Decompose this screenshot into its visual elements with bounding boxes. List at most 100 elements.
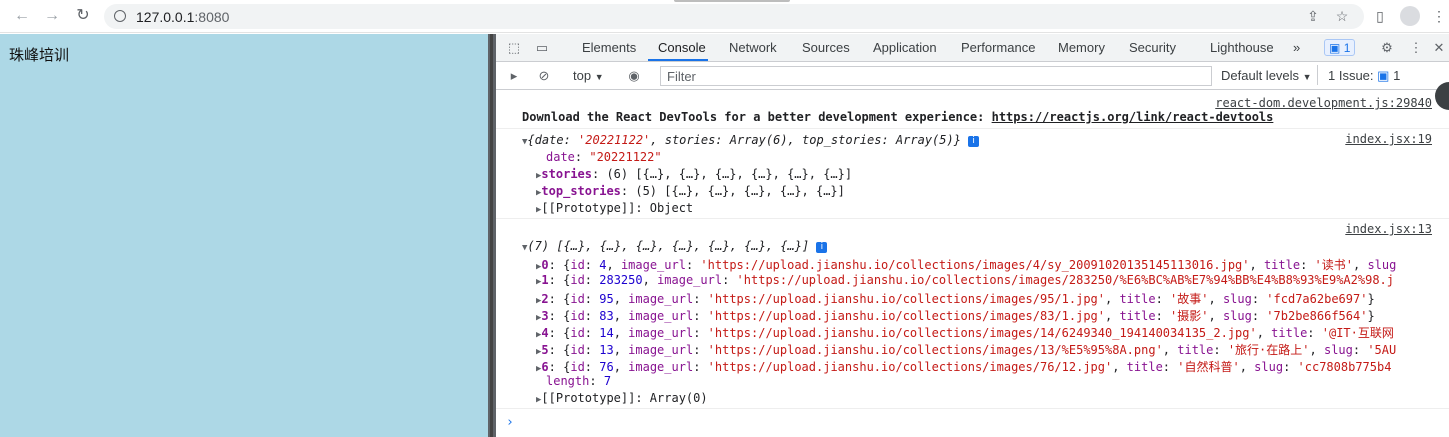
property-row[interactable]: ▶top_stories: (5) [{…}, {…}, {…}, {…}, {… bbox=[536, 184, 845, 198]
array-item-row[interactable]: ▶0: {id: 4, image_url: 'https://upload.j… bbox=[536, 256, 1396, 273]
property-row: date: "20221122" bbox=[546, 150, 662, 164]
issues-count: 1 bbox=[1393, 68, 1401, 83]
array-item-row[interactable]: ▶2: {id: 95, image_url: 'https://upload.… bbox=[536, 290, 1375, 307]
tab-network[interactable]: Network bbox=[729, 40, 777, 55]
summary-value: '20221122' bbox=[578, 133, 651, 147]
tab-security[interactable]: Security bbox=[1129, 40, 1176, 55]
key-title: title bbox=[1263, 258, 1301, 272]
key-id: id bbox=[570, 309, 585, 323]
item-image-url: 'https://upload.jianshu.io/collections/i… bbox=[700, 258, 1250, 272]
object-summary[interactable]: ▼{date: '20221122', stories: Array(6), t… bbox=[522, 133, 980, 147]
more-tabs-icon[interactable]: » bbox=[1293, 40, 1300, 55]
sidebar-toggle-icon[interactable]: ▸ bbox=[506, 68, 522, 84]
tab-elements[interactable]: Elements bbox=[582, 40, 636, 55]
source-link[interactable]: react-dom.development.js:29840 bbox=[1215, 96, 1432, 110]
array-index: 5 bbox=[541, 343, 549, 357]
prototype-text: [[Prototype]]: Array(0) bbox=[541, 391, 708, 405]
property-value: (6) [{…}, {…}, {…}, {…}, {…}, {…}] bbox=[606, 167, 853, 181]
item-id: 13 bbox=[599, 343, 614, 357]
settings-gear-icon[interactable]: ⚙ bbox=[1379, 40, 1395, 56]
tab-strip bbox=[674, 0, 790, 2]
summary-key: date bbox=[534, 133, 564, 147]
info-icon[interactable]: i bbox=[816, 242, 828, 253]
array-item-row[interactable]: ▶4: {id: 14, image_url: 'https://upload.… bbox=[536, 324, 1394, 341]
tab-memory[interactable]: Memory bbox=[1058, 40, 1105, 55]
item-image-url: 'https://upload.jianshu.io/collections/i… bbox=[707, 360, 1113, 374]
key-id: id bbox=[570, 292, 585, 306]
property-row[interactable]: ▶stories: (6) [{…}, {…}, {…}, {…}, {…}, … bbox=[536, 167, 852, 181]
reload-icon[interactable]: ↻ bbox=[73, 6, 93, 26]
item-title: '旅行·在路上' bbox=[1227, 343, 1310, 357]
log-levels-dropdown[interactable]: Default levels ▼ bbox=[1221, 68, 1312, 83]
tab-sources[interactable]: Sources bbox=[802, 40, 850, 55]
array-summary[interactable]: ▼(7) [{…}, {…}, {…}, {…}, {…}, {…}, {…}]… bbox=[522, 239, 828, 253]
key-title: title bbox=[1119, 309, 1156, 323]
tab-lighthouse[interactable]: Lighthouse bbox=[1210, 40, 1274, 55]
item-tail: , slug: '5AU bbox=[1309, 343, 1397, 357]
item-image-url: 'https://upload.jianshu.io/collections/i… bbox=[707, 292, 1105, 306]
summary-text: (7) [{…}, {…}, {…}, {…}, {…}, {…}, {…}] bbox=[527, 239, 810, 253]
property-key: date bbox=[546, 150, 575, 164]
key-title: title bbox=[1126, 360, 1163, 374]
key-image-url: image_url bbox=[628, 326, 694, 340]
summary-stories: stories: Array(6) bbox=[664, 133, 788, 147]
tab-console[interactable]: Console bbox=[658, 40, 706, 55]
console-filter-input[interactable]: Filter bbox=[660, 66, 1212, 86]
address-bar[interactable]: 127.0.0.1:8080 bbox=[104, 4, 1364, 29]
expand-triangle-icon[interactable]: ▼ bbox=[522, 137, 527, 147]
console-prompt-icon[interactable]: › bbox=[506, 415, 514, 430]
message-divider bbox=[496, 218, 1449, 219]
devtools-menu-icon[interactable]: ⋮ bbox=[1408, 40, 1424, 56]
info-icon[interactable]: i bbox=[968, 136, 980, 147]
item-tail: , slug: '7b2be866f564'} bbox=[1208, 309, 1375, 323]
clear-console-icon[interactable]: ⊘ bbox=[536, 68, 552, 84]
inspect-element-icon[interactable]: ⬚ bbox=[506, 40, 522, 56]
issues-message-icon: ▣ bbox=[1377, 68, 1390, 83]
issues-button[interactable]: 1 Issue: ▣ 1 bbox=[1328, 68, 1400, 84]
property-row: length: 7 bbox=[546, 374, 612, 388]
toolbar-divider bbox=[1317, 65, 1318, 85]
dropdown-caret-icon: ▼ bbox=[594, 72, 604, 82]
array-item-row[interactable]: ▶3: {id: 83, image_url: 'https://upload.… bbox=[536, 307, 1375, 324]
menu-kebab-icon[interactable]: ⋮ bbox=[1430, 7, 1448, 25]
info-icon[interactable] bbox=[114, 10, 126, 22]
source-link[interactable]: index.jsx:19 bbox=[1345, 132, 1432, 146]
device-toolbar-icon[interactable]: ▭ bbox=[534, 40, 550, 56]
item-tail: , slug: 'fcd7a62be697'} bbox=[1208, 292, 1375, 306]
summary-top-stories: top_stories: Array(5) bbox=[802, 133, 954, 147]
array-item-row[interactable]: ▶1: {id: 283250, image_url: 'https://upl… bbox=[536, 273, 1394, 287]
array-item-row[interactable]: ▶6: {id: 76, image_url: 'https://upload.… bbox=[536, 358, 1391, 375]
item-title: '摄影' bbox=[1170, 309, 1209, 323]
item-image-url: 'https://upload.jianshu.io/collections/i… bbox=[707, 326, 1257, 340]
share-icon[interactable]: ⇪ bbox=[1304, 7, 1322, 25]
item-title: '自然科普' bbox=[1177, 360, 1240, 374]
levels-label: Default levels bbox=[1221, 68, 1300, 83]
key-title: title bbox=[1177, 343, 1214, 357]
key-id: id bbox=[570, 360, 585, 374]
messages-badge[interactable]: ▣ 1 bbox=[1324, 39, 1356, 56]
prototype-row[interactable]: ▶[[Prototype]]: Array(0) bbox=[536, 391, 708, 405]
item-id: 283250 bbox=[599, 273, 643, 287]
devtools-splitter[interactable] bbox=[488, 34, 496, 437]
tab-application[interactable]: Application bbox=[873, 40, 937, 55]
item-id: 4 bbox=[599, 258, 607, 272]
active-tab-indicator bbox=[648, 59, 708, 61]
tab-performance[interactable]: Performance bbox=[961, 40, 1035, 55]
sidebar-icon[interactable]: ▯ bbox=[1371, 7, 1389, 25]
array-item-row[interactable]: ▶5: {id: 13, image_url: 'https://upload.… bbox=[536, 341, 1396, 358]
live-expression-eye-icon[interactable]: ◉ bbox=[626, 68, 642, 84]
property-key: length bbox=[546, 374, 590, 388]
react-devtools-link[interactable]: https://reactjs.org/link/react-devtools bbox=[992, 110, 1274, 124]
array-index: 3 bbox=[541, 309, 549, 323]
forward-icon[interactable]: → bbox=[42, 6, 62, 26]
console-output: react-dom.development.js:29840 Download … bbox=[496, 91, 1449, 437]
devtools-panel: ⬚ ▭ Elements Console Network Sources App… bbox=[496, 34, 1449, 437]
back-icon[interactable]: ← bbox=[12, 6, 32, 26]
profile-avatar-icon[interactable] bbox=[1400, 6, 1420, 26]
bookmark-star-icon[interactable]: ☆ bbox=[1333, 7, 1351, 25]
context-selector[interactable]: top ▼ bbox=[573, 68, 604, 83]
close-devtools-icon[interactable]: ✕ bbox=[1431, 40, 1447, 56]
message-divider bbox=[496, 408, 1449, 409]
prototype-row[interactable]: ▶[[Prototype]]: Object bbox=[536, 201, 693, 215]
source-link[interactable]: index.jsx:13 bbox=[1345, 222, 1432, 236]
